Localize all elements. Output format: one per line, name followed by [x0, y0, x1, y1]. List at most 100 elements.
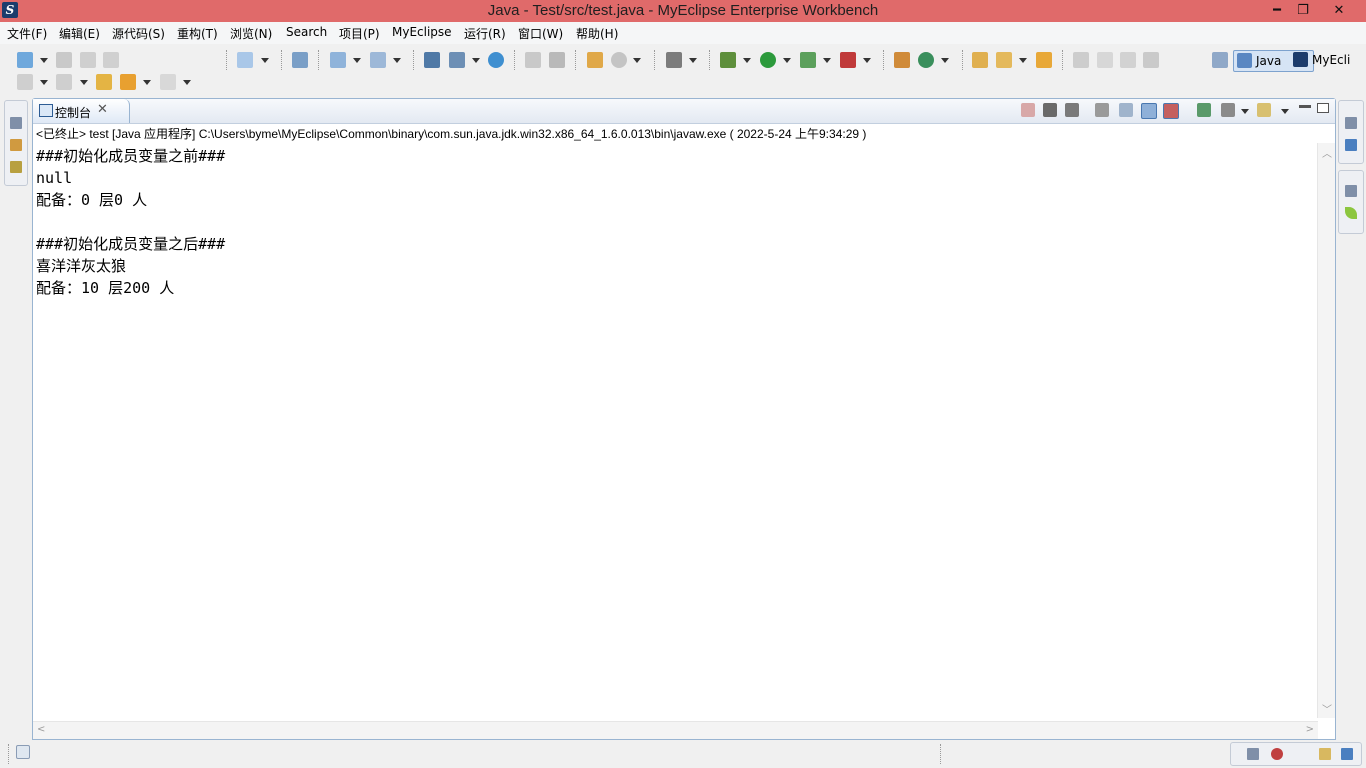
scroll-right-icon[interactable]: >: [1306, 724, 1314, 735]
leaf-icon[interactable]: [1345, 207, 1357, 219]
menu-refactor[interactable]: 重构(T): [177, 25, 218, 42]
scroll-down-icon[interactable]: ﹀: [1322, 701, 1332, 716]
open-console-dropdown-icon[interactable]: [1281, 109, 1289, 114]
package-explorer-icon[interactable]: [10, 139, 22, 151]
maximize-view-icon[interactable]: [1317, 103, 1329, 113]
forward-dropdown-icon[interactable]: [183, 80, 191, 85]
display-console-icon[interactable]: [1221, 103, 1235, 117]
restore-button[interactable]: ❐: [1290, 2, 1316, 20]
run-dropdown-icon[interactable]: [783, 58, 791, 63]
menu-file[interactable]: 文件(F): [7, 25, 47, 42]
hierarchy-icon[interactable]: [10, 161, 22, 173]
menu-myeclipse[interactable]: MyEclipse: [392, 25, 452, 39]
minimize-view-icon[interactable]: [1299, 105, 1311, 108]
show-on-stderr-icon[interactable]: [1163, 103, 1179, 119]
clear-console-icon[interactable]: [1095, 103, 1109, 117]
camera-dropdown-icon[interactable]: [689, 58, 697, 63]
tab-console[interactable]: 控制台 ✕: [33, 99, 130, 123]
open-console-icon[interactable]: [1257, 103, 1271, 117]
add-icon[interactable]: [587, 52, 603, 68]
scroll-lock-icon[interactable]: [1119, 103, 1133, 117]
new-icon[interactable]: [17, 52, 33, 68]
perspective-myeclipse[interactable]: MyEcli: [1290, 50, 1366, 70]
globe-icon[interactable]: [488, 52, 504, 68]
vertical-scrollbar[interactable]: ︿ ﹀: [1317, 143, 1335, 718]
mark-icon[interactable]: [1073, 52, 1089, 68]
menu-source[interactable]: 源代码(S): [112, 25, 165, 42]
menu-search[interactable]: Search: [286, 25, 327, 39]
tool-a-icon[interactable]: [525, 52, 541, 68]
settings-icon[interactable]: [611, 52, 627, 68]
outline-icon[interactable]: [1345, 139, 1357, 151]
open-perspective-icon[interactable]: [1212, 52, 1228, 68]
external-tools-icon[interactable]: [840, 52, 856, 68]
scroll-up-icon[interactable]: ︿: [1322, 145, 1332, 160]
folder-icon[interactable]: [1036, 52, 1052, 68]
close-button[interactable]: ✕: [1326, 2, 1352, 20]
brush-icon[interactable]: [1097, 52, 1113, 68]
open-type-icon[interactable]: [292, 52, 308, 68]
menu-navigate[interactable]: 浏览(N): [230, 25, 272, 42]
display-console-dropdown-icon[interactable]: [1241, 109, 1249, 114]
browse-dropdown-icon[interactable]: [393, 58, 401, 63]
prev-annotation-dropdown-icon[interactable]: [80, 80, 88, 85]
new-package-icon[interactable]: [918, 52, 934, 68]
tool-b-icon[interactable]: [549, 52, 565, 68]
remove-launch-icon[interactable]: [1043, 103, 1057, 117]
menu-help[interactable]: 帮助(H): [576, 25, 618, 42]
pilcrow-icon[interactable]: [1143, 52, 1159, 68]
new-class-icon[interactable]: [894, 52, 910, 68]
camera-icon[interactable]: [666, 52, 682, 68]
fast-view-icon[interactable]: [16, 745, 30, 759]
save-icon[interactable]: [56, 52, 72, 68]
server-icon[interactable]: [424, 52, 440, 68]
new-project-dropdown-icon[interactable]: [261, 58, 269, 63]
browse-icon[interactable]: [370, 52, 386, 68]
console-output[interactable]: ###初始化成员变量之前### null 配备：0 层0 人 ###初始化成员变…: [36, 145, 1316, 299]
pin-console-icon[interactable]: [1197, 103, 1211, 117]
horizontal-scrollbar[interactable]: < >: [33, 721, 1318, 739]
scroll-left-icon[interactable]: <: [37, 724, 45, 735]
external-tools-dropdown-icon[interactable]: [863, 58, 871, 63]
block-icon[interactable]: [1120, 52, 1136, 68]
show-on-stdout-icon[interactable]: [1141, 103, 1157, 119]
menu-project[interactable]: 项目(P): [339, 25, 380, 42]
menu-window[interactable]: 窗口(W): [518, 25, 563, 42]
prev-annotation-icon[interactable]: [56, 74, 72, 90]
close-icon[interactable]: ✕: [97, 102, 108, 117]
restore-icon[interactable]: [1345, 117, 1357, 129]
problems-icon[interactable]: [1271, 748, 1283, 760]
search-tool-icon[interactable]: [330, 52, 346, 68]
menu-edit[interactable]: 编辑(E): [59, 25, 100, 42]
settings-dropdown-icon[interactable]: [633, 58, 641, 63]
menu-run[interactable]: 运行(R): [464, 25, 506, 42]
back-icon[interactable]: [120, 74, 136, 90]
back-dropdown-icon[interactable]: [143, 80, 151, 85]
tasks-icon[interactable]: [1319, 748, 1331, 760]
debug-dropdown-icon[interactable]: [743, 58, 751, 63]
restore-icon[interactable]: [10, 117, 22, 129]
save-all-icon[interactable]: [80, 52, 96, 68]
open-folder-icon[interactable]: [972, 52, 988, 68]
deploy-dropdown-icon[interactable]: [472, 58, 480, 63]
restore-icon[interactable]: [1247, 748, 1259, 760]
restore-icon[interactable]: [1345, 185, 1357, 197]
deploy-icon[interactable]: [449, 52, 465, 68]
console-trim-icon[interactable]: [1341, 748, 1353, 760]
new-dropdown-icon[interactable]: [40, 58, 48, 63]
pen-icon[interactable]: [996, 52, 1012, 68]
next-annotation-icon[interactable]: [17, 74, 33, 90]
terminate-icon[interactable]: [1021, 103, 1035, 117]
pen-dropdown-icon[interactable]: [1019, 58, 1027, 63]
remove-all-terminated-icon[interactable]: [1065, 103, 1079, 117]
forward-icon[interactable]: [160, 74, 176, 90]
last-edit-icon[interactable]: [96, 74, 112, 90]
print-icon[interactable]: [103, 52, 119, 68]
run-config-dropdown-icon[interactable]: [823, 58, 831, 63]
new-package-dropdown-icon[interactable]: [941, 58, 949, 63]
run-icon[interactable]: [760, 52, 776, 68]
debug-icon[interactable]: [720, 52, 736, 68]
run-config-icon[interactable]: [800, 52, 816, 68]
new-project-icon[interactable]: [237, 52, 253, 68]
search-tool-dropdown-icon[interactable]: [353, 58, 361, 63]
